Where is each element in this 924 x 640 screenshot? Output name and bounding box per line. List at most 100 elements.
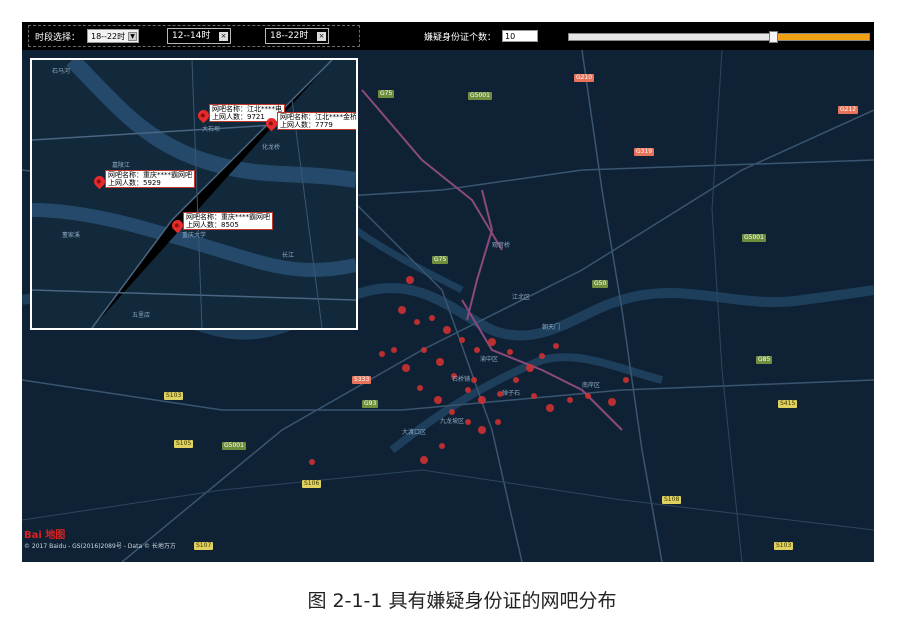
time-select-value: 18--22时 xyxy=(91,32,126,41)
close-icon[interactable]: × xyxy=(219,32,228,41)
baidu-logo: Bai 地图 xyxy=(24,526,66,541)
inset-map-canvas xyxy=(32,60,356,328)
zoom-inset-map[interactable]: 石马河 大石坝 董家溪 重庆大学 化龙桥 五里店 嘉陵江 长江 网吧名称：江北*… xyxy=(30,58,358,330)
highway-shield: G85 xyxy=(756,356,773,364)
cafe-dot[interactable] xyxy=(436,358,444,366)
cafe-name: 网吧名称：江北****金桥 xyxy=(280,113,357,121)
cafe-dot[interactable] xyxy=(379,351,385,357)
slider-fill xyxy=(773,34,869,40)
cafe-dot[interactable] xyxy=(531,393,537,399)
cafe-name: 网吧名称：江北****电 xyxy=(212,105,282,113)
toolbar: 时段选择： 18--22时 ▼ 12--14时 × 18--22时 × 嫌疑身份… xyxy=(22,22,874,50)
cafe-popup-4[interactable]: 网吧名称：重庆****霸网吧 上网人数：8505 xyxy=(183,212,273,230)
time-select-dropdown[interactable]: 18--22时 ▼ xyxy=(87,29,139,43)
time-chip-1[interactable]: 12--14时 × xyxy=(167,28,231,44)
cafe-dot[interactable] xyxy=(495,419,501,425)
cafe-user-count: 上网人数：5929 xyxy=(108,179,161,187)
cafe-dot[interactable] xyxy=(406,276,414,284)
slider-handle[interactable] xyxy=(769,31,778,43)
cafe-dot[interactable] xyxy=(546,404,554,412)
cafe-dot[interactable] xyxy=(585,393,591,399)
cafe-dot[interactable] xyxy=(449,409,455,415)
cafe-user-count: 上网人数：7779 xyxy=(280,121,333,129)
dropdown-arrow-icon[interactable]: ▼ xyxy=(128,32,137,41)
cafe-dot[interactable] xyxy=(478,396,486,404)
highway-shield: S108 xyxy=(662,496,682,504)
cafe-dot[interactable] xyxy=(608,398,616,406)
cafe-dot[interactable] xyxy=(513,377,519,383)
highway-shield: S333 xyxy=(352,376,372,384)
cafe-dot[interactable] xyxy=(488,338,496,346)
place-label: 观音桥 xyxy=(492,242,511,249)
place-label: 南岸区 xyxy=(582,382,601,389)
close-icon[interactable]: × xyxy=(317,32,326,41)
highway-shield: G93 xyxy=(362,400,379,408)
cafe-name: 网吧名称：重庆****霸网吧 xyxy=(108,171,192,179)
cafe-dot[interactable] xyxy=(567,397,573,403)
cafe-dot[interactable] xyxy=(439,443,445,449)
time-select-label: 时段选择： xyxy=(35,33,81,43)
inset-place-label: 五里店 xyxy=(132,312,151,319)
baidu-logo-text: Bai 地图 xyxy=(24,530,66,541)
highway-shield: S107 xyxy=(194,542,214,550)
highway-shield: S105 xyxy=(174,440,194,448)
id-count-slider[interactable] xyxy=(568,31,870,43)
inset-place-label: 长江 xyxy=(282,252,295,259)
id-count-label: 嫌疑身份证个数： xyxy=(424,33,497,43)
cafe-dot[interactable] xyxy=(474,347,480,353)
inset-place-label: 石马河 xyxy=(52,68,71,75)
inset-place-label: 大石坝 xyxy=(202,126,221,133)
cafe-dot[interactable] xyxy=(465,419,471,425)
place-label: 弹子石 xyxy=(502,390,521,397)
highway-shield: G210 xyxy=(574,74,595,82)
highway-shield: G5001 xyxy=(742,234,766,242)
place-label: 九龙坡区 xyxy=(440,418,465,425)
cafe-dot[interactable] xyxy=(417,385,423,391)
cafe-dot[interactable] xyxy=(443,326,451,334)
highway-shield: S103 xyxy=(164,392,184,400)
highway-shield: G5001 xyxy=(468,92,492,100)
cafe-dot[interactable] xyxy=(434,396,442,404)
road xyxy=(32,289,356,301)
road xyxy=(91,60,333,328)
cafe-dot[interactable] xyxy=(421,347,427,353)
place-label: 石桥铺 xyxy=(452,376,471,383)
place-label: 江北区 xyxy=(512,294,531,301)
time-chip-label: 18--22时 xyxy=(270,31,309,41)
map-application: 时段选择： 18--22时 ▼ 12--14时 × 18--22时 × 嫌疑身份… xyxy=(22,22,874,562)
cafe-dot[interactable] xyxy=(623,377,629,383)
cafe-popup-2[interactable]: 网吧名称：江北****金桥 上网人数：7779 xyxy=(277,112,357,130)
time-chip-2[interactable]: 18--22时 × xyxy=(265,28,329,44)
cafe-dot[interactable] xyxy=(429,315,435,321)
highway-shield: S106 xyxy=(302,480,322,488)
cafe-dot[interactable] xyxy=(420,456,428,464)
cafe-dot[interactable] xyxy=(526,364,534,372)
cafe-popup-3[interactable]: 网吧名称：重庆****霸网吧 上网人数：5929 xyxy=(105,170,195,188)
cafe-dot[interactable] xyxy=(414,319,420,325)
figure-caption: 图 2-1-1 具有嫌疑身份证的网吧分布 xyxy=(307,590,617,612)
highway-shield: S415 xyxy=(778,400,798,408)
cafe-dot[interactable] xyxy=(402,364,410,372)
inset-place-label: 化龙桥 xyxy=(262,144,281,151)
cafe-dot[interactable] xyxy=(398,306,406,314)
cafe-name: 网吧名称：重庆****霸网吧 xyxy=(186,213,270,221)
cafe-dot[interactable] xyxy=(478,426,486,434)
highway-shield: G319 xyxy=(634,148,655,156)
highway-shield: S103 xyxy=(774,542,794,550)
cafe-dot[interactable] xyxy=(507,349,513,355)
cafe-dot[interactable] xyxy=(471,377,477,383)
cafe-dot[interactable] xyxy=(539,353,545,359)
cafe-user-count: 上网人数：8505 xyxy=(186,221,239,229)
cafe-dot[interactable] xyxy=(391,347,397,353)
inset-place-label: 嘉陵江 xyxy=(112,162,131,169)
cafe-dot[interactable] xyxy=(309,459,315,465)
map-copyright: © 2017 Baidu - GS(2016)2089号 - Data © 长地… xyxy=(24,543,176,550)
cafe-dot[interactable] xyxy=(459,337,465,343)
place-label: 渝中区 xyxy=(480,356,499,363)
highway-shield: G75 xyxy=(432,256,449,264)
cafe-dot[interactable] xyxy=(553,343,559,349)
id-count-input[interactable]: 10 xyxy=(502,30,538,42)
highway-shield: G5001 xyxy=(222,442,246,450)
cafe-dot[interactable] xyxy=(465,387,471,393)
place-label: 大渡口区 xyxy=(402,429,427,436)
